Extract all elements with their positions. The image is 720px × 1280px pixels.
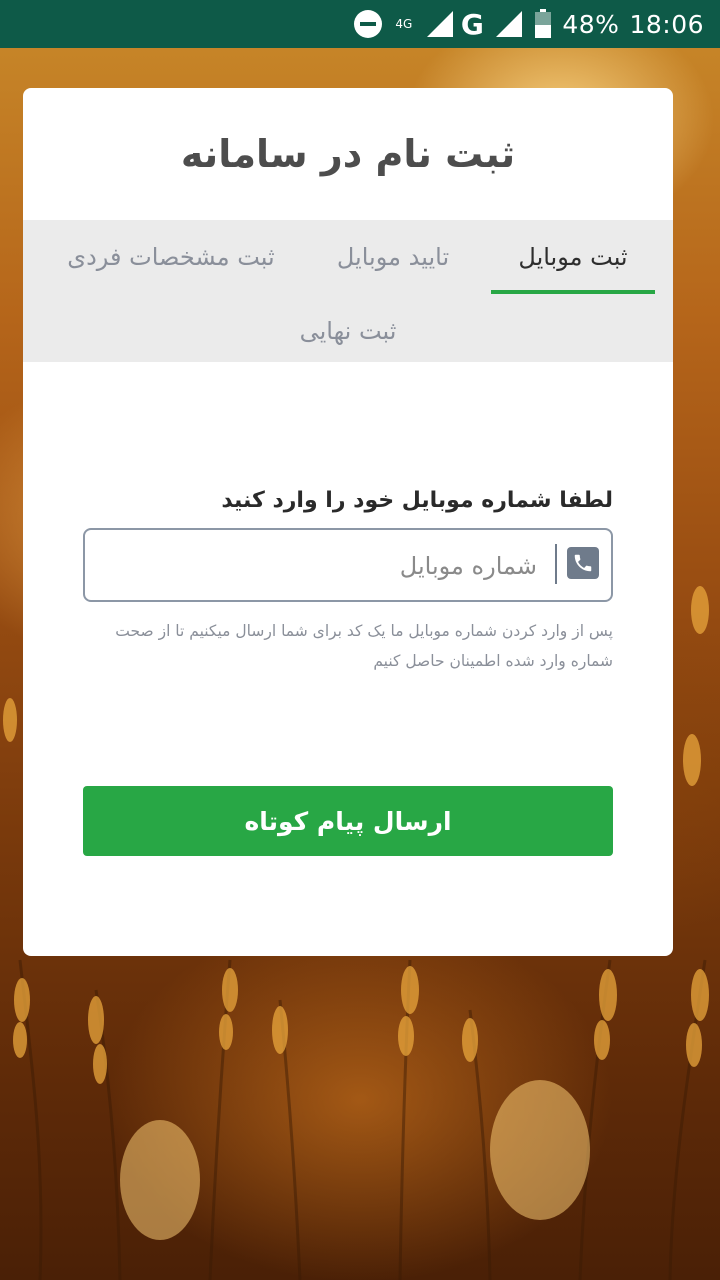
tab-register-mobile[interactable]: ثبت موبایل	[491, 220, 655, 294]
battery-icon	[534, 9, 552, 39]
registration-card: ثبت نام در سامانه ثبت موبایل تایید موبای…	[23, 88, 673, 956]
signal-icon	[494, 9, 524, 39]
signal-icon	[425, 9, 455, 39]
status-bar: 4G G 48% 18:06	[0, 0, 720, 48]
page-title: ثبت نام در سامانه	[180, 132, 516, 176]
mobile-input-group	[83, 528, 613, 602]
do-not-disturb-icon	[353, 9, 383, 39]
tab-label: ثبت مشخصات فردی	[67, 243, 275, 271]
screen: 4G G 48% 18:06 ثبت نام در سامانه ثبت موب…	[0, 0, 720, 1280]
tab-personal-info[interactable]: ثبت مشخصات فردی	[41, 220, 301, 294]
status-icons: 4G G 48% 18:06	[353, 0, 704, 48]
mobile-field-label: لطفا شماره موبایل خود را وارد کنید	[221, 488, 613, 513]
network-type-label: 4G	[395, 17, 413, 31]
step-tabs: ثبت موبایل تایید موبایل ثبت مشخصات فردی …	[23, 220, 673, 362]
tab-label: تایید موبایل	[336, 243, 450, 271]
data-arrows-icon: 4G	[393, 18, 415, 30]
network-letter: G	[460, 7, 485, 41]
help-text: پس از وارد کردن شماره موبایل ما یک کد بر…	[115, 622, 613, 670]
battery-percent: 48%	[562, 9, 620, 39]
send-sms-button[interactable]: ارسال پیام کوتاه	[83, 786, 613, 856]
tab-label: ثبت موبایل	[518, 243, 628, 271]
mobile-number-input[interactable]	[115, 530, 539, 602]
phone-icon	[567, 547, 599, 579]
tab-verify-mobile[interactable]: تایید موبایل	[313, 220, 473, 294]
input-divider	[555, 544, 557, 584]
active-tab-indicator	[491, 290, 655, 294]
tab-label: ثبت نهایی	[299, 317, 397, 345]
tab-final-registration[interactable]: ثبت نهایی	[248, 294, 448, 368]
clock: 18:06	[629, 9, 704, 39]
